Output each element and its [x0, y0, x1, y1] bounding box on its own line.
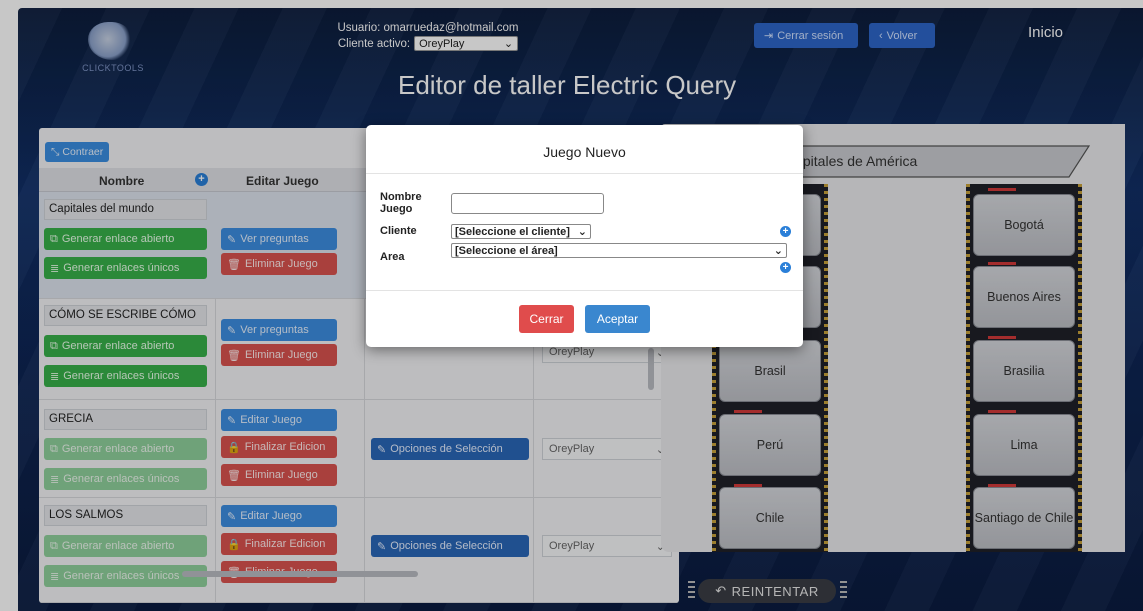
modal-client-select-value: [Seleccione el cliente] [455, 225, 570, 238]
close-button[interactable]: Cerrar [519, 305, 574, 333]
add-client-icon[interactable]: + [780, 226, 791, 237]
modal-divider [366, 173, 803, 174]
game-name-label-line2: Juego [380, 203, 413, 215]
game-name-input[interactable] [451, 193, 604, 214]
modal-client-select[interactable]: [Seleccione el cliente] ⌄ [451, 224, 591, 239]
modal-divider [366, 290, 803, 291]
game-name-label: Nombre Juego [380, 191, 422, 215]
add-area-icon[interactable]: + [780, 262, 791, 273]
area-field-label: Area [380, 251, 405, 263]
chevron-down-icon: ⌄ [773, 245, 783, 257]
modal-area-select[interactable]: [Seleccione el área] ⌄ [451, 243, 787, 258]
accept-button[interactable]: Aceptar [585, 305, 650, 333]
modal-title: Juego Nuevo [543, 144, 626, 160]
game-name-label-line1: Nombre [380, 191, 422, 203]
client-field-label: Cliente [380, 225, 417, 237]
new-game-modal: Juego Nuevo Nombre Juego Cliente [Selecc… [366, 125, 803, 347]
modal-area-select-value: [Seleccione el área] [455, 244, 558, 257]
chevron-down-icon: ⌄ [577, 226, 587, 238]
